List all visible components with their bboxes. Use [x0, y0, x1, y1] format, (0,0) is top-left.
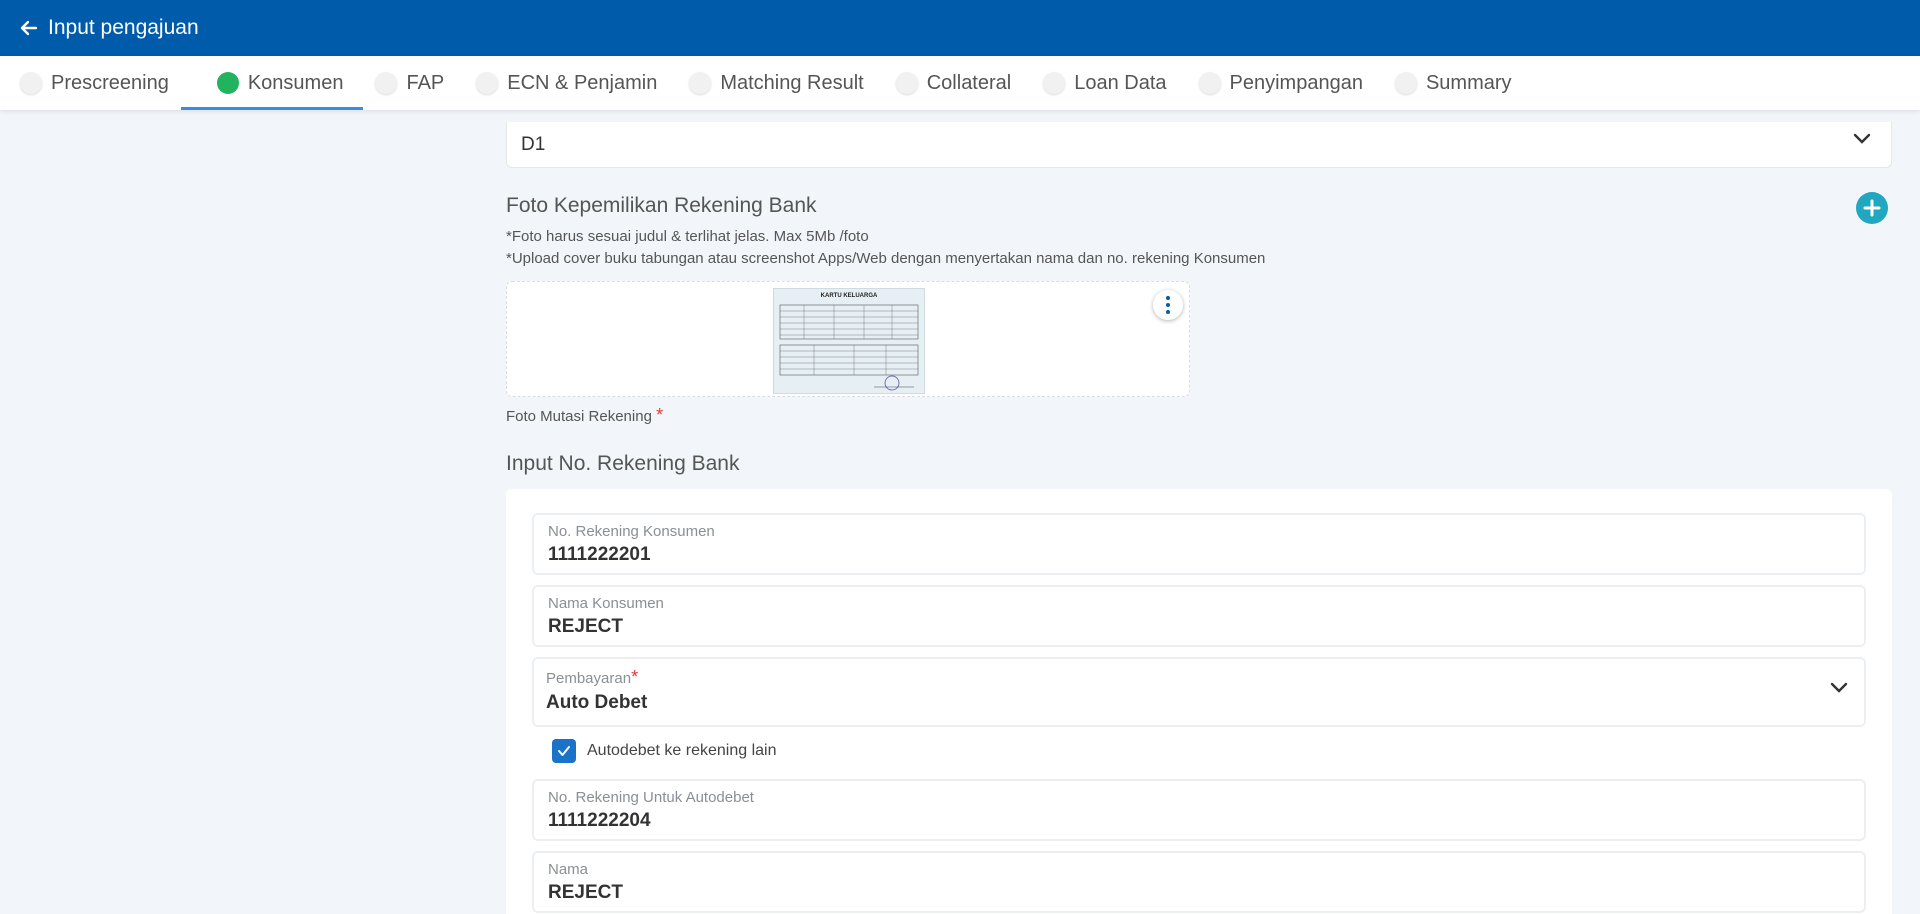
- page-title: Input pengajuan: [48, 16, 199, 39]
- step-status-icon: [895, 72, 918, 94]
- field-value: Auto Debet: [546, 692, 648, 713]
- add-photo-button[interactable]: [1856, 192, 1888, 224]
- autodebet-checkbox[interactable]: [552, 739, 576, 763]
- tab-penyimpangan[interactable]: Penyimpangan: [1197, 56, 1383, 110]
- step-status-icon: [689, 72, 712, 94]
- field-label: Pembayaran*: [546, 667, 1850, 688]
- nama-field[interactable]: Nama REJECT: [532, 851, 1866, 913]
- photo-note-upload: *Upload cover buku tabungan atau screens…: [506, 250, 1266, 267]
- select-value: D1: [521, 133, 546, 155]
- bank-section-title: Input No. Rekening Bank: [506, 452, 740, 475]
- pembayaran-select[interactable]: Pembayaran* Auto Debet: [532, 657, 1866, 727]
- photo-section-title: Foto Kepemilikan Rekening Bank: [506, 194, 817, 217]
- step-status-icon: [375, 72, 398, 94]
- field-label: Nama Konsumen: [548, 595, 664, 612]
- chevron-down-icon: [1830, 681, 1848, 699]
- tab-label: Konsumen: [247, 71, 344, 94]
- rekening-konsumen-field[interactable]: No. Rekening Konsumen 1111222201: [532, 513, 1866, 575]
- checkbox-label: Autodebet ke rekening lain: [587, 742, 777, 759]
- field-value: 1111222201: [548, 544, 651, 565]
- tab-summary[interactable]: Summary: [1393, 56, 1532, 110]
- step-status-icon: [216, 72, 239, 94]
- field-label: No. Rekening Konsumen: [548, 523, 715, 540]
- photo-label-text: Foto Mutasi Rekening: [506, 408, 652, 425]
- tab-collateral[interactable]: Collateral: [894, 56, 1031, 110]
- step-status-icon: [1043, 72, 1066, 94]
- bank-account-card: No. Rekening Konsumen 1111222201 Nama Ko…: [506, 489, 1892, 914]
- field-value: REJECT: [548, 616, 623, 637]
- tab-fap[interactable]: FAP: [373, 56, 464, 110]
- field-value: 1111222204: [548, 810, 651, 831]
- tab-konsumen[interactable]: Konsumen: [180, 56, 364, 110]
- checkmark-icon: [558, 746, 570, 756]
- photo-upload-area[interactable]: KARTU KELUARGA: [506, 281, 1190, 397]
- tab-label: Summary: [1425, 71, 1512, 94]
- chevron-down-icon: [1853, 132, 1871, 150]
- photo-note-size: *Foto harus sesuai judul & terlihat jela…: [506, 228, 869, 245]
- tab-label: ECN & Penjamin: [507, 71, 658, 94]
- step-status-icon: [1394, 72, 1417, 94]
- tab-label: Matching Result: [720, 71, 864, 94]
- category-select[interactable]: D1: [506, 122, 1892, 168]
- required-mark: *: [631, 667, 639, 687]
- more-options-icon[interactable]: [1153, 290, 1183, 320]
- thumbnail-heading: KARTU KELUARGA: [821, 293, 878, 299]
- field-label: Nama: [548, 861, 589, 878]
- app-header: Input pengajuan: [0, 0, 1920, 56]
- tab-ecn-penjamin[interactable]: ECN & Penjamin: [474, 56, 677, 110]
- tab-label: FAP: [406, 71, 445, 94]
- back-arrow-icon[interactable]: [16, 15, 42, 41]
- autodebet-checkbox-row: Autodebet ke rekening lain: [552, 739, 776, 763]
- tab-label: Prescreening: [51, 71, 169, 94]
- step-status-icon: [20, 72, 42, 94]
- field-label-text: Pembayaran: [546, 670, 632, 687]
- tab-matching-result[interactable]: Matching Result: [687, 56, 883, 110]
- tab-loan-data[interactable]: Loan Data: [1041, 56, 1186, 110]
- step-tabs: Prescreening Konsumen FAP ECN & Penjamin…: [0, 56, 1920, 110]
- step-status-icon: [1198, 72, 1221, 94]
- plus-icon: [1863, 199, 1881, 217]
- tab-label: Loan Data: [1074, 71, 1167, 94]
- rekening-autodebet-field[interactable]: No. Rekening Untuk Autodebet 1111222204: [532, 779, 1866, 841]
- step-status-icon: [476, 72, 499, 94]
- tab-label: Penyimpangan: [1229, 71, 1363, 94]
- photo-field-label: Foto Mutasi Rekening *: [506, 405, 663, 426]
- nama-konsumen-field[interactable]: Nama Konsumen REJECT: [532, 585, 1866, 647]
- tab-prescreening[interactable]: Prescreening: [18, 56, 189, 110]
- field-value: REJECT: [548, 882, 623, 903]
- bank-document-thumbnail[interactable]: KARTU KELUARGA: [773, 288, 925, 394]
- required-mark: *: [656, 405, 664, 425]
- field-label: No. Rekening Untuk Autodebet: [548, 789, 754, 806]
- tab-label: Collateral: [926, 71, 1012, 94]
